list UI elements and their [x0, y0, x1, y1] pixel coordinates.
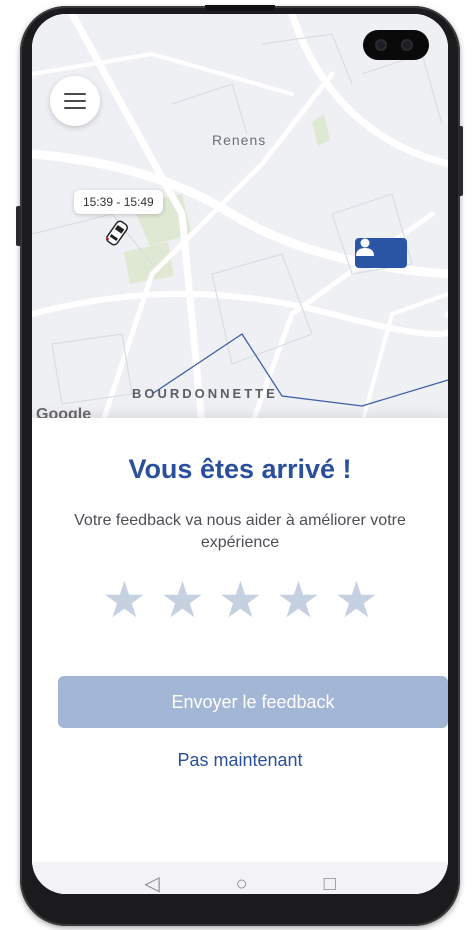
- star-icon[interactable]: ★: [276, 575, 321, 625]
- app-screen: Renens 15:39 - 15:49 +1 BOURDONNETTE Goo…: [32, 14, 448, 894]
- menu-icon: [64, 93, 86, 109]
- feedback-sheet: Vous êtes arrivé ! Votre feedback va nou…: [32, 418, 448, 894]
- car-icon: [102, 218, 132, 248]
- camera-lens: [375, 39, 387, 51]
- map-roads: [32, 14, 448, 424]
- back-icon[interactable]: ◁: [144, 874, 159, 894]
- map-place-label: Renens: [212, 132, 267, 148]
- district-label: BOURDONNETTE: [132, 386, 278, 401]
- phone-side-button: [458, 126, 463, 196]
- phone-volume-button: [16, 206, 21, 246]
- sheet-title: Vous êtes arrivé !: [128, 454, 352, 484]
- map-view[interactable]: Renens 15:39 - 15:49 +1 BOURDONNETTE Goo…: [32, 14, 448, 424]
- front-camera: [363, 30, 429, 60]
- recents-icon[interactable]: □: [324, 874, 336, 894]
- system-navbar: ◁ ○ □: [32, 862, 448, 894]
- eta-badge: 15:39 - 15:49: [74, 190, 163, 214]
- send-feedback-button[interactable]: Envoyer le feedback: [58, 676, 448, 728]
- camera-lens: [401, 39, 413, 51]
- star-icon[interactable]: ★: [160, 575, 205, 625]
- not-now-link[interactable]: Pas maintenant: [32, 750, 448, 771]
- star-icon[interactable]: ★: [334, 575, 379, 625]
- star-rating: ★ ★ ★ ★ ★: [32, 575, 448, 625]
- phone-top-notch: [205, 5, 275, 11]
- menu-button[interactable]: [50, 76, 100, 126]
- sheet-subtitle: Votre feedback va nous aider à améliorer…: [74, 512, 406, 551]
- star-icon[interactable]: ★: [102, 575, 147, 625]
- passenger-marker[interactable]: +1: [355, 238, 407, 268]
- star-icon[interactable]: ★: [218, 575, 263, 625]
- home-icon[interactable]: ○: [236, 874, 248, 894]
- person-icon: [356, 238, 374, 256]
